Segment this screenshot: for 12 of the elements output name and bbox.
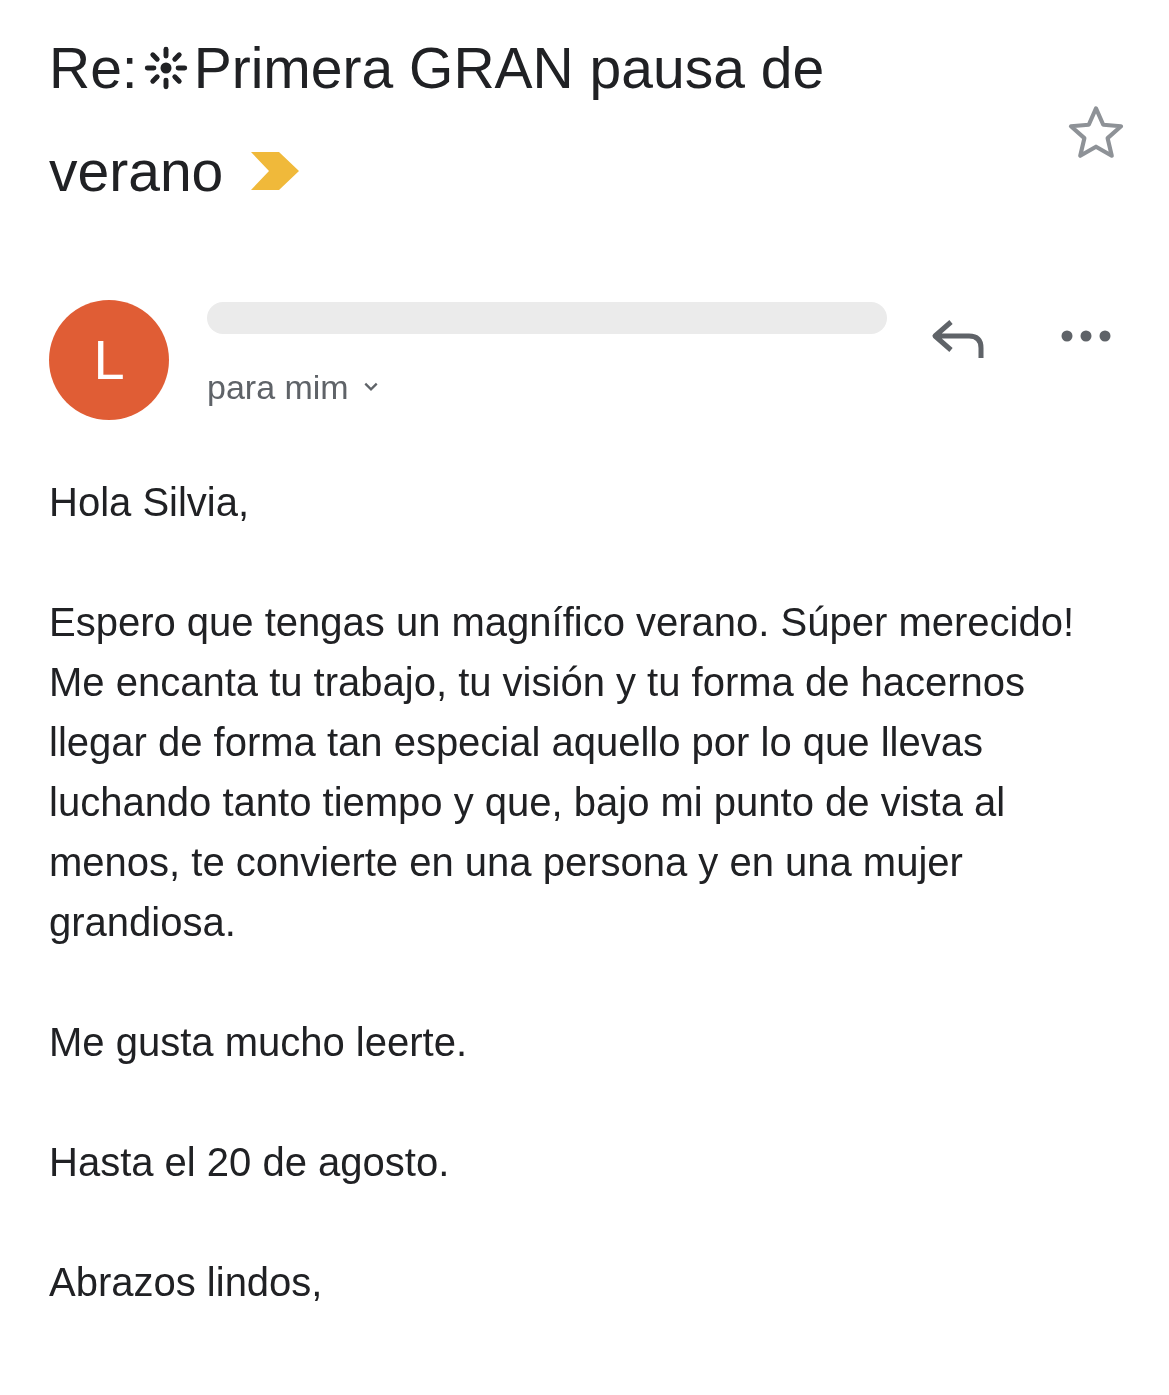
recipient-dropdown[interactable]: para mim — [207, 367, 379, 407]
more-icon[interactable] — [1061, 329, 1111, 342]
message-paragraph: Hola Silvia, — [49, 478, 251, 526]
subject-prefix: Re: — [49, 35, 138, 100]
message-paragraph: Me gusta mucho leerte. — [49, 1018, 468, 1066]
email-subject: Primera GRAN pausa de — [193, 35, 825, 100]
avatar[interactable]: L — [49, 299, 169, 420]
message-paragraph: Hasta el 20 de agosto. — [49, 1138, 451, 1186]
message-paragraph: Abrazos lindos, — [49, 1258, 324, 1306]
message-paragraph: Espero que tengas un magnífico verano. Súper merecido! Me encanta tu trabajo, tu visión y tu forma de hacernos llegar de forma tan especial aquello por lo que llevas luchando tanto tiempo y que, bajo mi punto de vista al menos, te convierte en una persona y en una mujer grandiosa. — [49, 598, 1076, 946]
email-subject: verano — [49, 138, 224, 203]
sparkle-icon — [143, 45, 188, 90]
